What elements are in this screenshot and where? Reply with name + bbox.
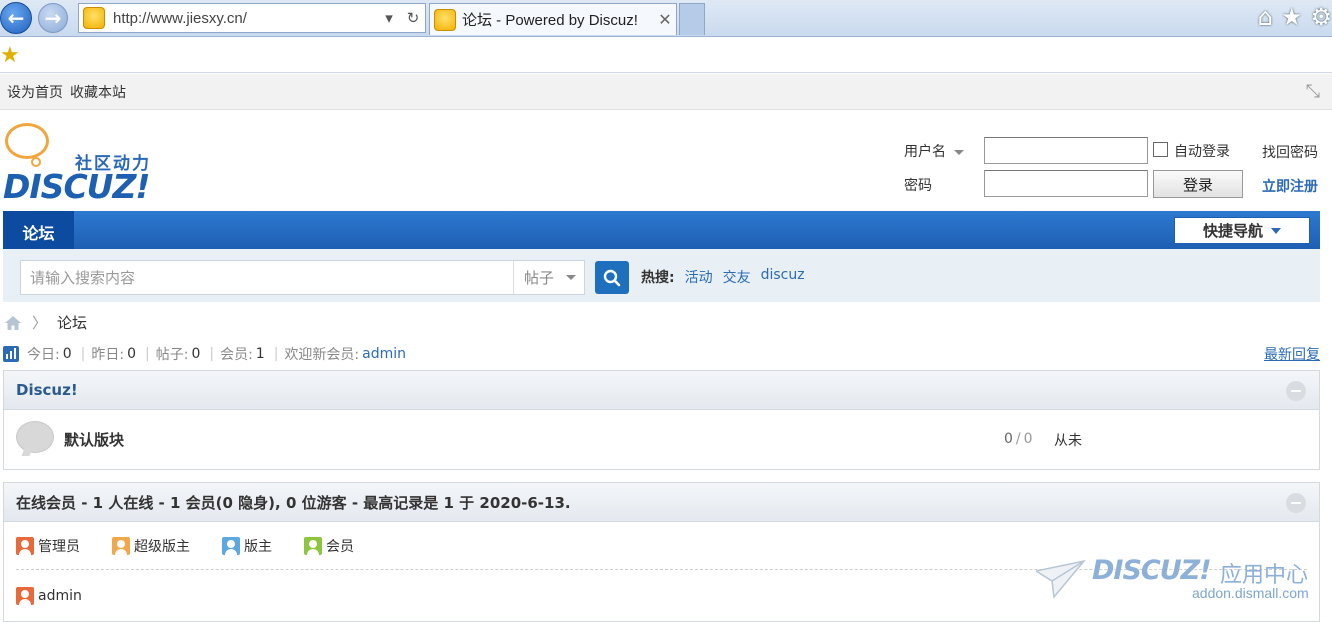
legend-member: 会员 — [304, 536, 354, 556]
search-box: 帖子 — [20, 260, 585, 295]
set-home-link[interactable]: 设为首页 — [7, 82, 63, 102]
search-button[interactable] — [595, 261, 629, 294]
address-bar[interactable]: http://www.jiesxy.cn/ ▾ ↻ — [78, 3, 426, 33]
category-block: Discuz! 默认版块 0/0 从未 — [3, 370, 1320, 470]
logo-wordmark: DISCUZ! — [3, 167, 150, 206]
forward-button[interactable]: → — [38, 3, 68, 33]
caret-down-icon — [1271, 227, 1281, 234]
forum-count: 0/0 — [1004, 431, 1033, 447]
home-icon[interactable] — [4, 315, 22, 331]
tab-close-icon[interactable]: ✕ — [654, 10, 676, 29]
collapse-online-icon[interactable] — [1286, 493, 1306, 513]
legend-moderator: 版主 — [222, 536, 272, 556]
user-icon — [304, 537, 322, 555]
auto-login-label[interactable]: 自动登录 — [1174, 141, 1230, 161]
tab-title: 论坛 - Powered by Discuz! — [462, 12, 638, 29]
forum-stats: 今日: 0 | 昨日: 0 | 帖子: 0 | 会员: 1 | 欢迎新会员: admin — [3, 344, 406, 364]
search-type-select[interactable]: 帖子 — [513, 261, 584, 294]
forum-bubble-icon[interactable] — [16, 421, 54, 453]
user-icon — [16, 537, 34, 555]
forum-row: 默认版块 0/0 从未 — [4, 410, 1319, 468]
hot-search-item[interactable]: discuz — [761, 267, 805, 287]
site-topbar: 设为首页 收藏本站 ⤡ — [0, 74, 1332, 110]
browser-toolbar: ← → http://www.jiesxy.cn/ ▾ ↻ 论坛 - Power… — [0, 0, 1332, 37]
online-block: 在线会员 - 1 人在线 - 1 会员(0 隐身), 0 位游客 - 最高记录是… — [3, 482, 1320, 622]
stat-yesterday: 0 — [127, 346, 136, 362]
dropdown-icon[interactable]: ▾ — [377, 9, 401, 27]
arrow-right-icon: → — [44, 6, 62, 30]
forum-last-post: 从未 — [1054, 433, 1082, 449]
login-form: 用户名 自动登录 找回密码 密码 登录 立即注册 — [904, 137, 1324, 207]
stat-members: 1 — [255, 346, 265, 362]
hot-search-item[interactable]: 交友 — [723, 267, 751, 287]
site-logo[interactable]: 社区动力 DISCUZ! — [3, 123, 163, 206]
user-icon — [222, 537, 240, 555]
logo-bubble-icon — [5, 123, 49, 159]
forum-name-link[interactable]: 默认版块 — [64, 429, 124, 450]
password-input[interactable] — [984, 170, 1148, 197]
arrow-left-icon: ← — [7, 6, 25, 30]
legend-admin: 管理员 — [16, 536, 80, 556]
forgot-password-link[interactable]: 找回密码 — [1262, 142, 1318, 162]
caret-down-icon — [566, 275, 577, 280]
latest-reply-link[interactable]: 最新回复 — [1264, 344, 1320, 364]
add-favorite-icon[interactable]: ★ — [0, 43, 20, 68]
search-icon — [603, 269, 621, 286]
tab-favicon-icon — [434, 8, 456, 31]
bookmark-link[interactable]: 收藏本站 — [70, 82, 126, 102]
user-group-legend: 管理员 超级版主 版主 会员 — [16, 536, 354, 556]
address-url[interactable]: http://www.jiesxy.cn/ — [113, 10, 377, 27]
home-icon[interactable]: ⌂ — [1258, 3, 1273, 31]
user-icon — [16, 587, 34, 605]
divider — [16, 569, 1307, 570]
breadcrumb-current: 论坛 — [57, 314, 88, 332]
favorites-bar: ★ — [0, 37, 1332, 73]
online-user-name[interactable]: admin — [38, 588, 82, 604]
hot-search: 热搜: 活动 交友 discuz — [641, 267, 805, 287]
main-nav: 论坛 快捷导航 — [3, 211, 1320, 249]
stat-posts: 0 — [191, 346, 201, 362]
login-button[interactable]: 登录 — [1153, 170, 1243, 198]
quick-nav-button[interactable]: 快捷导航 — [1174, 217, 1310, 244]
online-title: 在线会员 - 1 人在线 - 1 会员(0 隐身), 0 位游客 - 最高记录是… — [4, 483, 1319, 522]
browser-tab[interactable]: 论坛 - Powered by Discuz! ✕ — [429, 3, 677, 35]
hot-search-item[interactable]: 活动 — [685, 267, 713, 287]
caret-down-icon — [954, 149, 964, 155]
category-title[interactable]: Discuz! — [4, 371, 1319, 410]
search-bar: 帖子 热搜: 活动 交友 discuz — [3, 249, 1320, 302]
breadcrumb-separator: 〉 — [32, 314, 48, 332]
legend-super-moderator: 超级版主 — [112, 536, 190, 556]
hot-search-label: 热搜: — [641, 270, 675, 286]
new-tab-button[interactable] — [679, 3, 705, 35]
site-favicon-icon — [83, 7, 105, 29]
nav-item-forum[interactable]: 论坛 — [3, 211, 74, 249]
chart-icon — [3, 346, 19, 362]
collapse-category-icon[interactable] — [1286, 381, 1306, 401]
collapse-icon[interactable]: ⤡ — [1306, 81, 1320, 102]
breadcrumb: 〉 论坛 — [4, 312, 87, 333]
password-label: 密码 — [904, 178, 932, 194]
search-input[interactable] — [21, 261, 513, 294]
newest-member-link[interactable]: admin — [362, 346, 406, 362]
username-input[interactable] — [984, 137, 1148, 164]
online-user[interactable]: admin — [16, 587, 82, 605]
favorites-star-icon[interactable]: ★ — [1281, 3, 1303, 31]
auto-login-checkbox[interactable] — [1153, 142, 1168, 157]
back-button[interactable]: ← — [0, 2, 32, 34]
username-type-select[interactable]: 用户名 — [904, 141, 964, 161]
stat-today: 0 — [62, 346, 72, 362]
user-icon — [112, 537, 130, 555]
settings-gear-icon[interactable]: ⚙ — [1310, 3, 1332, 31]
refresh-icon[interactable]: ↻ — [401, 9, 425, 27]
register-link[interactable]: 立即注册 — [1262, 176, 1318, 196]
